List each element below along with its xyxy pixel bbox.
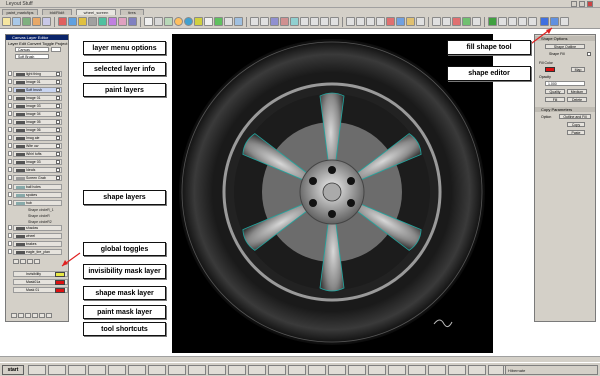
callout-selected-layer-info: selected layer info [83,62,166,76]
callout-shape-layers: shape layers [83,190,166,205]
taskbar-item[interactable] [468,365,486,375]
taskbar-item[interactable] [68,365,86,375]
taskbar-item[interactable] [228,365,246,375]
callout-fill-shape-tool: fill shape tool [447,40,531,55]
system-tray: Hibernate [503,365,598,375]
taskbar-item[interactable] [128,365,146,375]
taskbar-item[interactable] [348,365,366,375]
taskbar-item[interactable] [248,365,266,375]
callout-global-toggles: global toggles [83,242,166,256]
taskbar-item[interactable] [48,365,66,375]
taskbar: start Hibernate [0,362,600,376]
taskbar-item[interactable] [208,365,226,375]
taskbar-item[interactable] [108,365,126,375]
taskbar-item[interactable] [388,365,406,375]
taskbar-item[interactable] [28,365,46,375]
taskbar-item[interactable] [408,365,426,375]
taskbar-item[interactable] [288,365,306,375]
taskbar-item[interactable] [328,365,346,375]
start-button[interactable]: start [2,365,24,375]
callout-layer-menu-options: layer menu options [83,41,166,55]
annotation-arrows [61,27,553,267]
callout-shape-editor: shape editor [447,66,531,81]
taskbar-item[interactable] [188,365,206,375]
taskbar-item[interactable] [88,365,106,375]
taskbar-item[interactable] [148,365,166,375]
callout-paint-layers: paint layers [83,83,166,97]
callout-tool-shortcuts: tool shortcuts [83,322,166,336]
callout-paint-mask-layer: paint mask layer [83,305,166,319]
tray-text: Hibernate [508,368,526,373]
taskbar-item[interactable] [448,365,466,375]
taskbar-item[interactable] [428,365,446,375]
callout-invisibility-mask-layer: invisibility mask layer [83,264,166,279]
taskbar-item[interactable] [168,365,186,375]
taskbar-item[interactable] [308,365,326,375]
callout-shape-mask-layer: shape mask layer [83,286,166,300]
taskbar-item[interactable] [368,365,386,375]
taskbar-item[interactable] [268,365,286,375]
